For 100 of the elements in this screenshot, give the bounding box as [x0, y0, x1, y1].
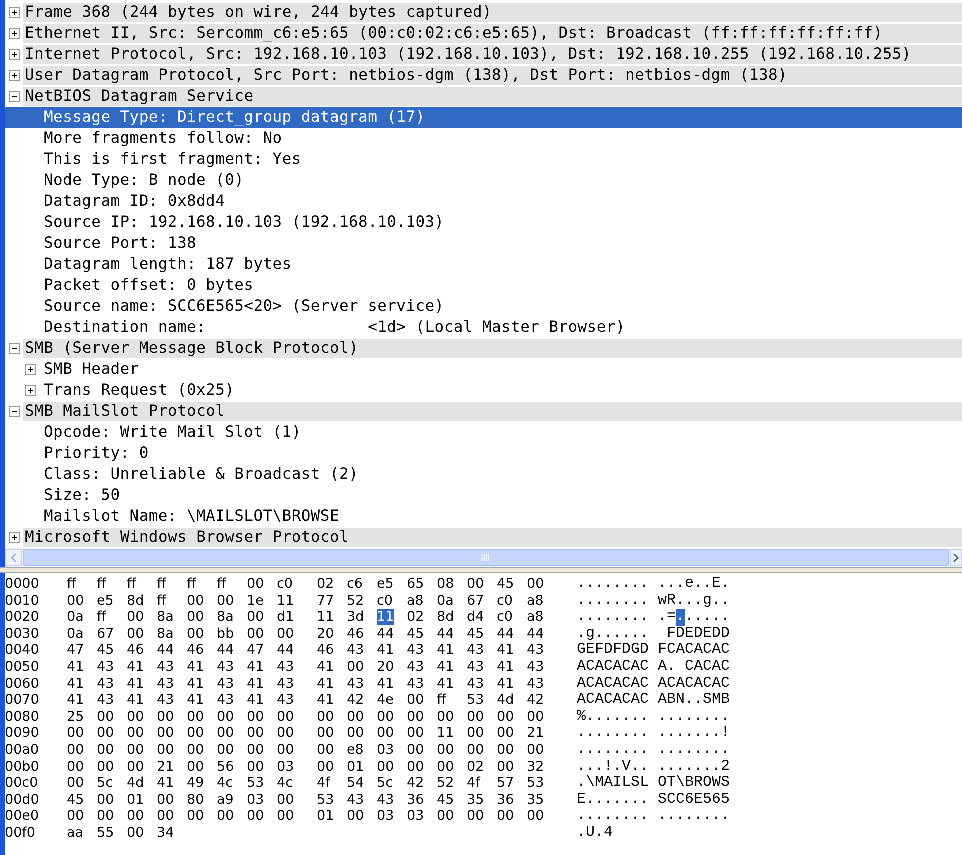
hex-byte: 0a: [67, 609, 84, 626]
hex-byte: 00: [97, 792, 114, 808]
expand-icon[interactable]: [8, 49, 20, 60]
hex-byte: 00: [317, 758, 334, 775]
hex-byte: 43: [347, 642, 364, 658]
hex-byte: c0: [377, 592, 394, 609]
hex-byte: 41: [67, 676, 84, 692]
hex-byte: 00: [497, 808, 514, 824]
hex-byte: 00: [187, 725, 204, 742]
tree-item[interactable]: Message Type: Direct_group datagram (17): [5, 107, 962, 128]
hex-byte: 46: [347, 626, 364, 642]
hex-byte: 21: [527, 725, 544, 742]
hex-byte: 4f: [467, 775, 480, 792]
collapse-icon[interactable]: [8, 406, 20, 417]
hex-byte: 41: [317, 676, 334, 692]
hex-byte: c0: [497, 592, 514, 609]
hex-byte: 41: [247, 692, 264, 708]
tree-item[interactable]: Source Port: 138: [5, 233, 962, 254]
expand-icon[interactable]: [25, 364, 36, 375]
hex-byte: 02: [407, 609, 424, 626]
ascii-text: .....: [685, 609, 730, 626]
tree-item[interactable]: Class: Unreliable & Broadcast (2): [5, 464, 962, 485]
collapse-icon[interactable]: [8, 91, 20, 102]
expand-icon[interactable]: [8, 28, 20, 39]
hex-byte: 35: [467, 792, 484, 808]
hex-byte: 00: [437, 708, 454, 725]
hex-byte: 65: [407, 576, 424, 592]
tree-item[interactable]: Destination name: <1d> (Local Master Browser): [5, 317, 962, 338]
tree-item[interactable]: Node Type: B node (0): [5, 170, 962, 191]
expand-icon[interactable]: [8, 70, 20, 81]
hex-byte: 11: [377, 609, 394, 626]
hex-byte: 00: [247, 742, 264, 758]
hex-byte: 43: [217, 676, 234, 692]
hex-byte: 53: [527, 775, 544, 792]
expand-icon[interactable]: [8, 532, 20, 543]
hex-byte: 00: [277, 626, 294, 642]
hex-byte: 44: [377, 626, 394, 642]
tree-item[interactable]: Datagram length: 187 bytes: [5, 254, 962, 275]
ascii-text: ........ ........: [577, 742, 730, 759]
hex-byte: 00: [217, 742, 234, 758]
hex-byte: 00: [277, 808, 294, 824]
tree-item[interactable]: Source name: SCC6E565<20> (Server service): [5, 296, 962, 317]
offset-label: 00e0: [5, 808, 40, 825]
hex-byte: 43: [407, 642, 424, 658]
tree-item[interactable]: Source IP: 192.168.10.103 (192.168.10.103): [5, 212, 962, 233]
tree-item[interactable]: This is first fragment: Yes: [5, 149, 962, 170]
hex-byte: 00: [217, 592, 234, 609]
hex-byte: 00: [467, 725, 484, 742]
hex-byte: 00: [347, 808, 364, 824]
hex-byte: 43: [217, 692, 234, 708]
hex-byte: c6: [347, 576, 364, 592]
expand-icon[interactable]: [25, 385, 36, 396]
ascii-text: ACACACAC A. CACAC: [577, 658, 730, 676]
hex-byte: 77: [317, 592, 334, 609]
tree-item[interactable]: SMB Header: [5, 359, 962, 380]
tree-item[interactable]: Mailslot Name: \MAILSLOT\BROWSE: [5, 506, 962, 527]
hex-byte: 00: [437, 808, 454, 824]
hex-byte: 00: [157, 725, 174, 742]
hex-byte: 00: [527, 742, 544, 758]
hex-byte: 8a: [217, 609, 234, 626]
hex-byte: 41: [377, 642, 394, 658]
hex-byte: 45: [437, 792, 454, 808]
expand-icon[interactable]: [8, 7, 20, 18]
hex-byte: 01: [347, 758, 364, 775]
offset-label: 00f0: [5, 824, 37, 842]
hex-byte: 00: [67, 592, 84, 609]
tree-item[interactable]: Opcode: Write Mail Slot (1): [5, 422, 962, 443]
hex-byte: 00: [97, 708, 114, 725]
chevron-left-icon: [10, 554, 16, 562]
scroll-right-button[interactable]: [950, 549, 962, 566]
tree-item[interactable]: Priority: 0: [5, 443, 962, 464]
hex-byte: 43: [97, 658, 114, 675]
collapse-icon[interactable]: [8, 343, 20, 354]
hex-byte: 00: [317, 742, 334, 758]
offset-label: 00d0: [5, 792, 40, 808]
hex-byte: 41: [247, 676, 264, 692]
hex-byte: 44: [217, 642, 234, 658]
tree-item[interactable]: Packet offset: 0 bytes: [5, 275, 962, 296]
hex-byte: 43: [407, 676, 424, 692]
hex-byte: 03: [247, 792, 264, 808]
tree-item[interactable]: More fragments follow: No: [5, 128, 962, 149]
tree-item[interactable]: Size: 50: [5, 485, 962, 506]
hex-byte: 01: [317, 808, 334, 824]
hex-byte: e5: [377, 576, 394, 592]
ascii-text: ........ ...e..E.: [577, 576, 730, 593]
hex-byte: 67: [97, 626, 114, 642]
hex-byte: 00: [527, 576, 544, 592]
hex-byte: 00: [247, 626, 264, 642]
hex-byte: 00: [97, 808, 114, 824]
hex-byte: ff: [437, 692, 446, 708]
ascii-text: ........ .......!: [577, 725, 730, 742]
hex-byte: 43: [277, 692, 294, 708]
tree-item[interactable]: Trans Request (0x25): [5, 380, 962, 401]
hex-byte: 36: [407, 792, 424, 808]
hex-byte: 4c: [217, 775, 234, 792]
hex-byte: 41: [187, 676, 204, 692]
hex-byte: 43: [277, 676, 294, 692]
hex-byte: 00: [467, 576, 484, 592]
tree-item[interactable]: Datagram ID: 0x8dd4: [5, 191, 962, 212]
hex-byte: 00: [157, 708, 174, 725]
